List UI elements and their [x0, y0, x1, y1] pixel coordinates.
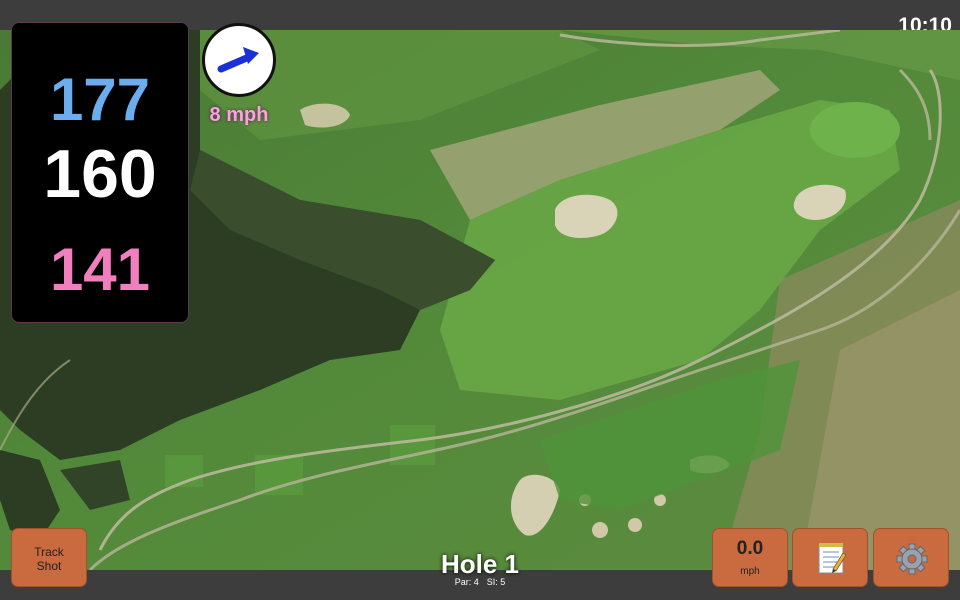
speed-value: 0.0: [736, 538, 764, 559]
distance-panel: 177 160 141: [11, 22, 189, 323]
arrow-icon: [217, 47, 259, 73]
speed-button[interactable]: 0.0 mph: [712, 528, 788, 587]
distance-front: 141: [49, 236, 151, 303]
hole-info: Par: 4 SI: 5: [400, 577, 560, 587]
wind-speed-label: 8 mph: [209, 104, 269, 126]
settings-button[interactable]: [873, 528, 949, 587]
gear-icon: [896, 543, 928, 575]
hole-title: Hole 1: [440, 549, 520, 579]
track-shot-label-line2: Shot: [36, 559, 62, 573]
distance-middle: 160: [43, 136, 157, 212]
notes-button[interactable]: [792, 528, 868, 587]
wind-direction-dial: [202, 23, 276, 97]
track-shot-label-line1: Track: [34, 545, 64, 559]
distance-back: 177: [49, 66, 151, 133]
hole-par: Par: 4: [454, 577, 479, 587]
speed-unit: mph: [740, 566, 760, 577]
notepad-icon: [818, 543, 847, 574]
hole-stroke-index: SI: 5: [486, 577, 506, 587]
track-shot-button[interactable]: Track Shot: [11, 528, 87, 587]
